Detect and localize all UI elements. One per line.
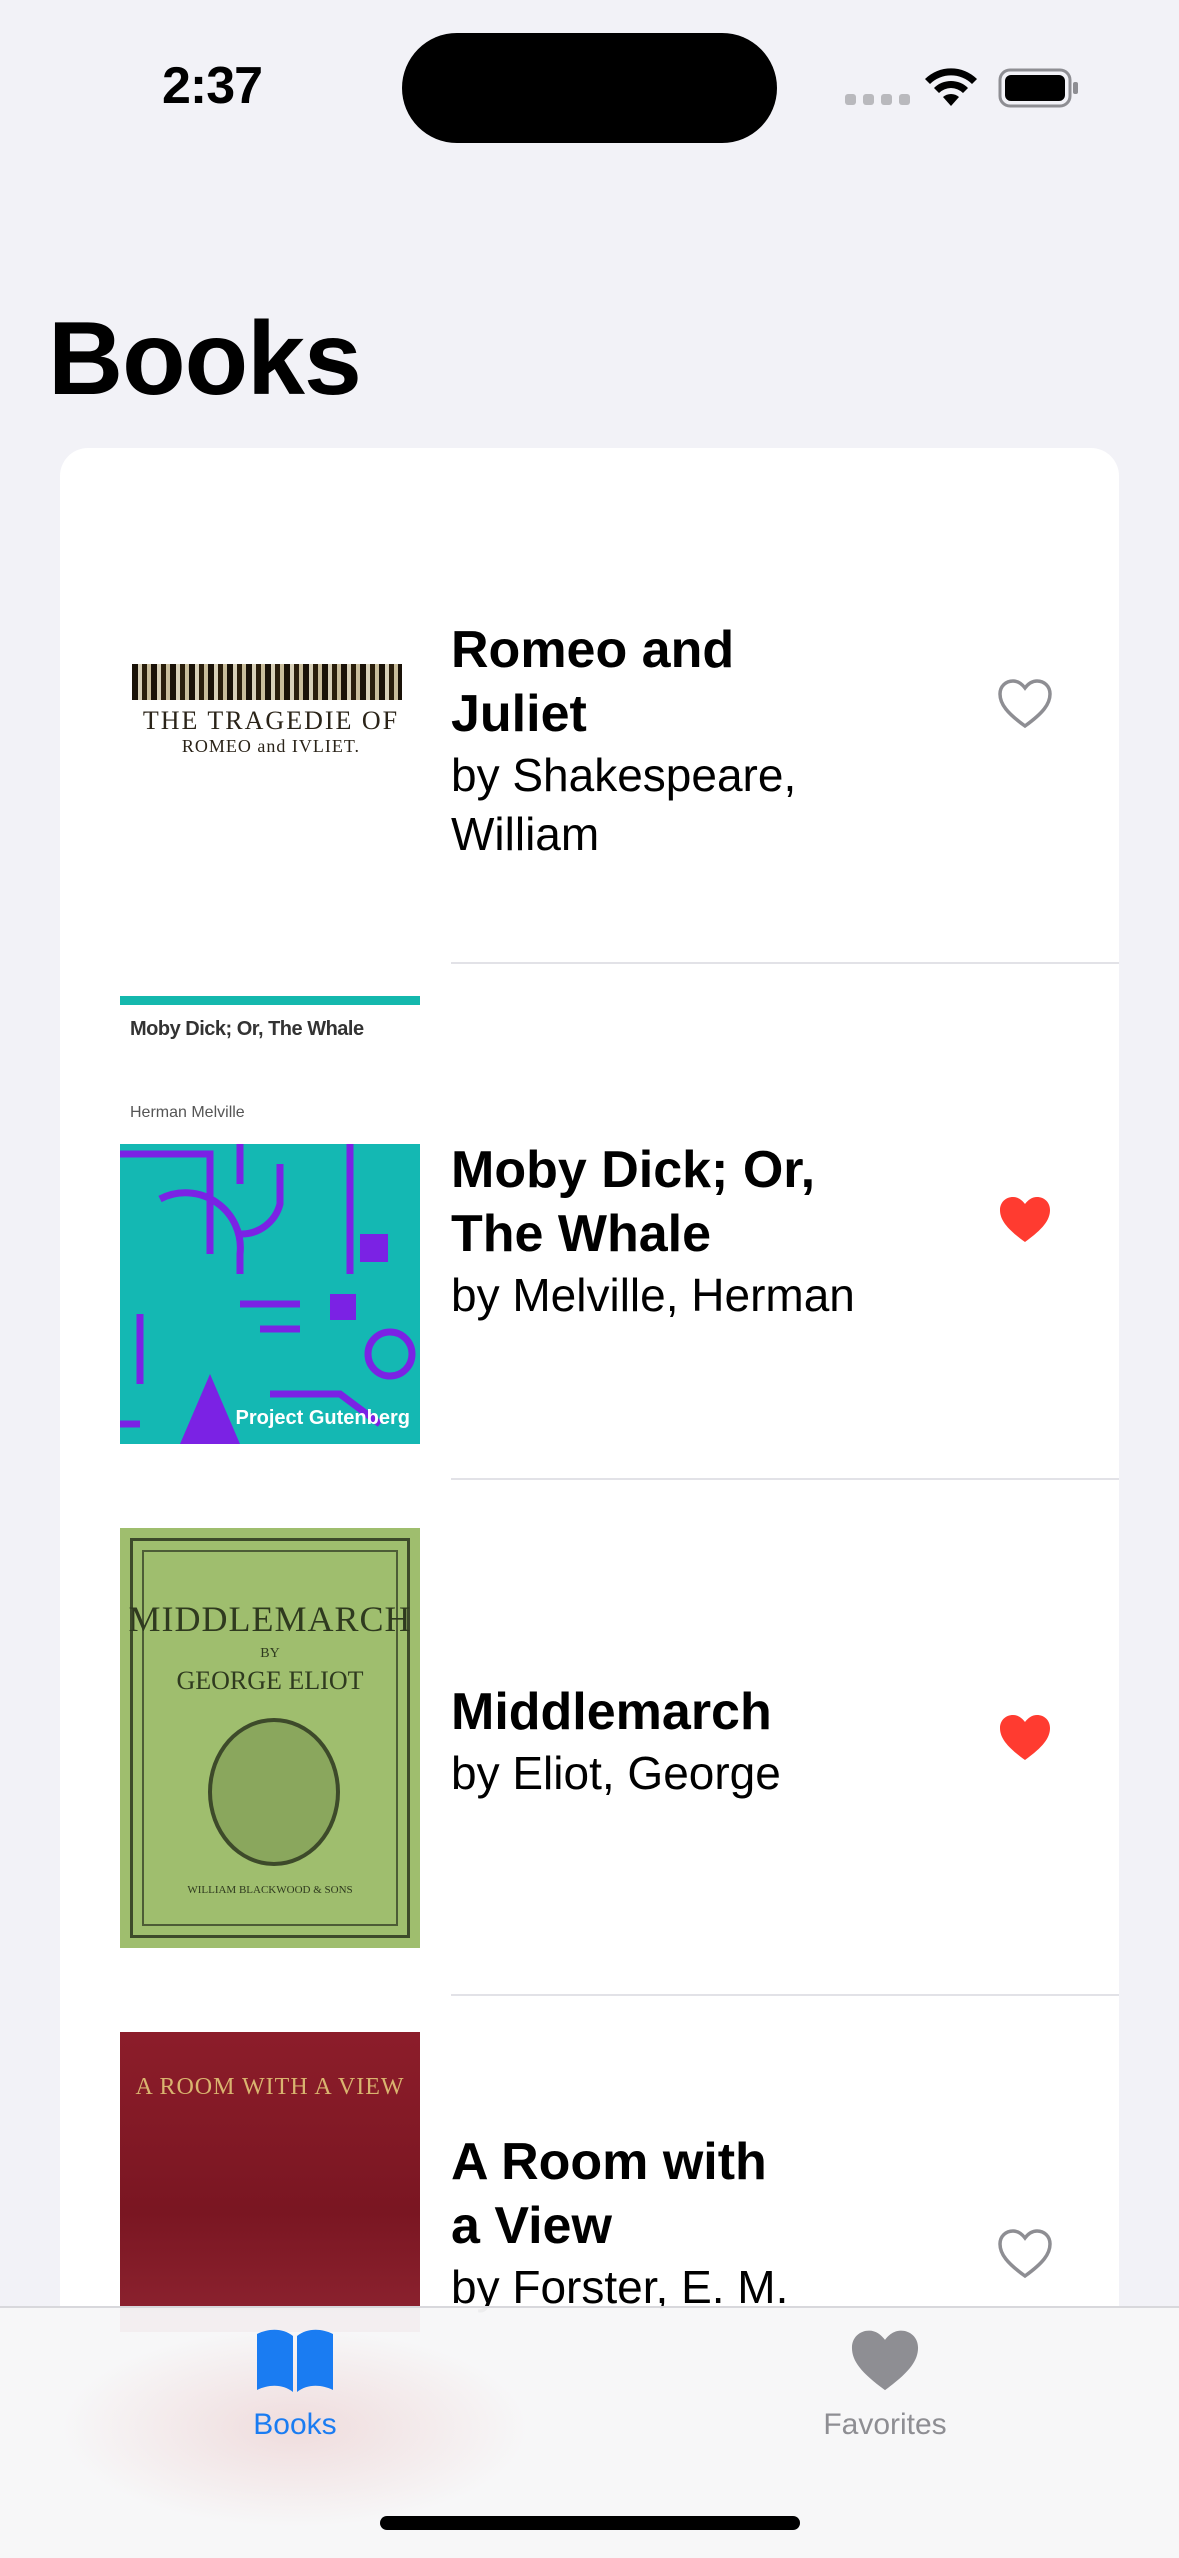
heart-outline-icon[interactable] [997, 678, 1053, 730]
wifi-icon [925, 68, 977, 106]
book-text: Middlemarch by Eliot, George [451, 1680, 881, 1803]
tab-label: Favorites [823, 2408, 947, 2441]
heart-icon [851, 2330, 919, 2391]
status-time: 2:37 [162, 57, 263, 115]
book-cover: A ROOM WITH A VIEW [120, 2032, 420, 2332]
book-icon [257, 2329, 333, 2392]
book-text: Moby Dick; Or, The Whale by Melville, He… [451, 1138, 881, 1325]
tab-favorites[interactable]: Favorites [735, 2326, 1035, 2476]
book-title: a View [451, 2197, 612, 2255]
book-text: Romeo and Juliet by Shakespeare, William [451, 618, 881, 864]
tab-label: Books [253, 2408, 337, 2441]
page-title: Books [48, 301, 362, 417]
book-author: by Melville, Herman [451, 1269, 855, 1321]
battery-icon [998, 68, 1078, 108]
list-item[interactable]: MIDDLEMARCH BY GEORGE ELIOT WILLIAM BLAC… [60, 1480, 1119, 1996]
book-author: by Shakespeare, [451, 749, 797, 801]
book-author: William [451, 808, 600, 860]
book-author: by Eliot, George [451, 1747, 781, 1799]
list-item[interactable]: Moby Dick; Or, The Whale Herman Melville [60, 964, 1119, 1480]
book-title: The Whale [451, 1205, 712, 1263]
cellular-signal-icon [845, 94, 910, 105]
book-text: A Room with a View by Forster, E. M. [451, 2130, 881, 2317]
book-title: Middlemarch [451, 1683, 772, 1741]
home-indicator[interactable] [380, 2516, 800, 2530]
book-cover: MIDDLEMARCH BY GEORGE ELIOT WILLIAM BLAC… [120, 1528, 420, 1948]
book-cover: THE TRAGEDIE OF ROMEO and IVLIET. [120, 648, 420, 758]
tab-books[interactable]: Books [145, 2326, 445, 2476]
dynamic-island [402, 33, 777, 143]
list-item[interactable]: THE TRAGEDIE OF ROMEO and IVLIET. Romeo … [60, 448, 1119, 964]
heart-filled-icon[interactable] [997, 1712, 1053, 1764]
heart-filled-icon[interactable] [997, 1194, 1053, 1246]
books-list[interactable]: THE TRAGEDIE OF ROMEO and IVLIET. Romeo … [60, 448, 1119, 2448]
book-cover: Moby Dick; Or, The Whale Herman Melville [120, 996, 420, 1444]
heart-outline-icon[interactable] [997, 2228, 1053, 2280]
book-title: Romeo and Juliet [451, 621, 735, 743]
book-title: Moby Dick; Or, [451, 1141, 816, 1199]
book-title: A Room with [451, 2133, 767, 2191]
